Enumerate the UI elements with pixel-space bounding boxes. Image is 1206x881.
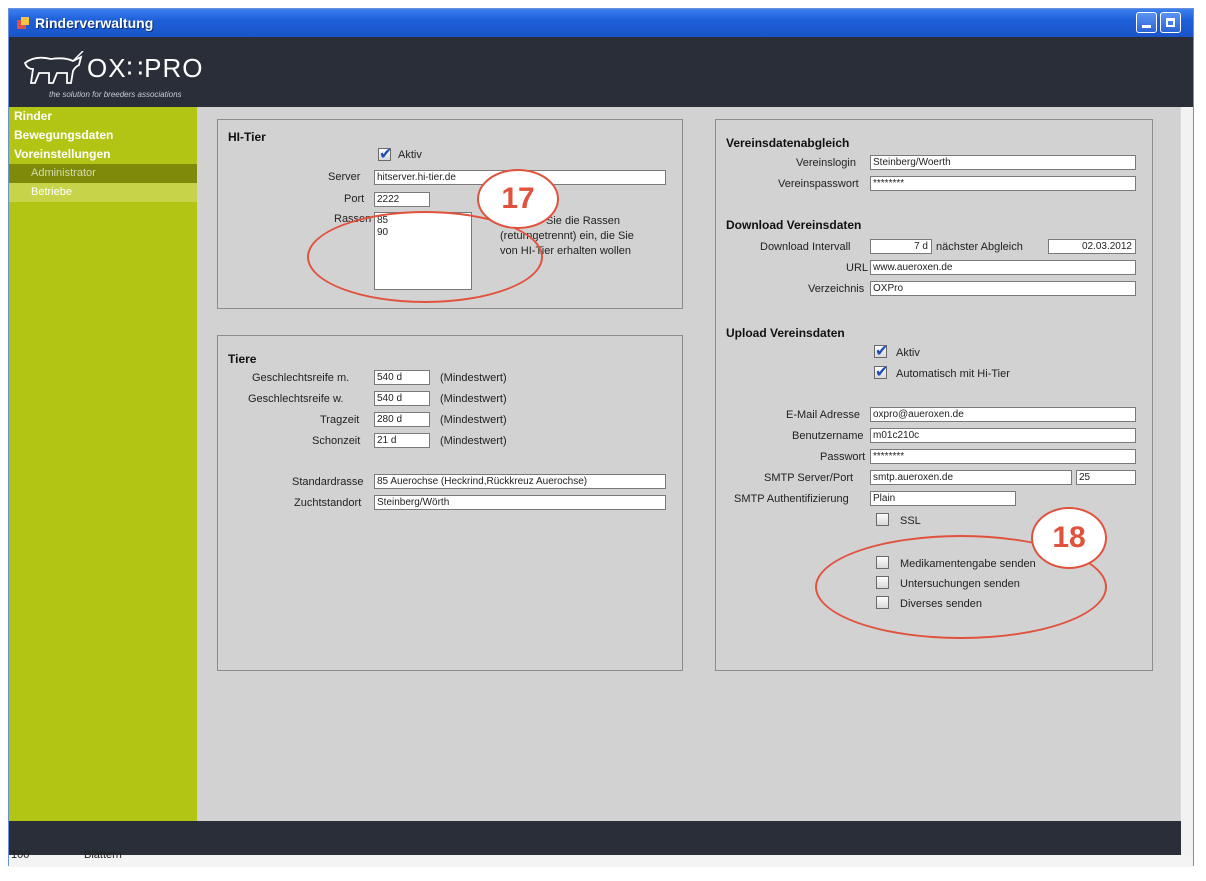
passwort-field[interactable]: ******** [870,449,1136,464]
tiere-row-label: Schonzeit [312,435,361,447]
ox-icon [23,51,84,84]
brand-name: OX∷PRO [87,53,204,83]
app-icon [17,17,29,29]
tragzeit-field[interactable]: 280 d [374,412,430,427]
standardrasse-select[interactable]: 85 Auerochse (Heckrind,Rückkreuz Aueroch… [374,474,666,489]
port-label: Port [344,193,365,205]
sidebar-item-administrator[interactable]: Administrator [9,164,197,183]
passwort-label: Passwort [820,451,866,463]
sidebar-item-voreinstellungen[interactable]: Voreinstellungen [9,145,197,164]
upload-aktiv-label: Aktiv [896,347,920,359]
rassen-hint-line1: Sie die Rassen [546,215,620,227]
vereinspasswort-label: Vereinspasswort [778,178,859,190]
tiere-row-label: Geschlechtsreife m. [252,372,350,384]
tiere-row-note: (Mindestwert) [440,435,507,447]
app-header: OX∷PRO the solution for breeders associa… [9,37,1193,107]
maximize-icon [1166,18,1175,27]
tiere-row-label: Tragzeit [320,414,360,426]
app-footer [9,821,1181,855]
auto-hitier-checkbox[interactable] [874,362,888,382]
brand-tagline: the solution for breeders associations [49,90,182,99]
verzeichnis-field[interactable]: OXPro [870,281,1136,296]
tiere-row-note: (Mindestwert) [440,393,507,405]
sidebar-item-betriebe[interactable]: Betriebe [9,183,197,202]
navigation-mode-select[interactable]: Blättern [84,849,122,861]
vereinslogin-label: Vereinslogin [796,157,856,169]
tiere-panel: Tiere Geschlechtsreife m. 540 d (Mindest… [217,335,683,671]
email-label: E-Mail Adresse [786,409,860,421]
tiere-title: Tiere [228,352,257,366]
download-intervall-label: Download Intervall [760,241,851,253]
upload-aktiv-checkbox[interactable] [874,341,888,361]
url-label: URL [846,262,869,274]
geschlechtsreife-w-field[interactable]: 540 d [374,391,430,406]
oxpro-logo: OX∷PRO the solution for breeders associa… [21,47,221,102]
naechster-abgleich-field: 02.03.2012 [1048,239,1136,254]
benutzername-field[interactable]: m01c210c [870,428,1136,443]
upload-title: Upload Vereinsdaten [726,326,845,340]
smtp-server-field[interactable]: smtp.aueroxen.de [870,470,1072,485]
maximize-button[interactable] [1160,12,1181,33]
window-title: Rinderverwaltung [35,15,154,31]
vereinslogin-field[interactable]: Steinberg/Woerth [870,155,1136,170]
smtp-port-field[interactable]: 25 [1076,470,1136,485]
download-title: Download Vereinsdaten [726,218,862,232]
smtp-server-label: SMTP Server/Port [764,472,854,484]
vereinsdatenabgleich-title: Vereinsdatenabgleich [726,136,850,150]
tiere-row-note: (Mindestwert) [440,414,507,426]
naechster-abgleich-label: nächster Abgleich [936,241,1023,253]
tiere-row-note: (Mindestwert) [440,372,507,384]
sidebar-item-rinder[interactable]: Rinder [9,107,197,126]
zuchtstandort-label: Zuchtstandort [294,497,362,509]
port-field[interactable]: 2222 [374,192,430,207]
url-field[interactable]: www.aueroxen.de [870,260,1136,275]
zoom-level[interactable]: 100 [11,849,29,861]
vereinspasswort-field[interactable]: ******** [870,176,1136,191]
benutzername-label: Benutzername [792,430,864,442]
download-intervall-field[interactable]: 7 d [870,239,932,254]
main-content: HI-Tier Aktiv Server hitserver.hi-tier.d… [197,107,1181,821]
title-bar[interactable]: Rinderverwaltung [9,9,1193,37]
ssl-label: SSL [900,515,921,527]
verzeichnis-label: Verzeichnis [808,283,865,295]
annotation-callout-18: 18 [1031,507,1107,569]
minimize-button[interactable] [1136,12,1157,33]
email-field[interactable]: oxpro@aueroxen.de [870,407,1136,422]
sidebar: Rinder Bewegungsdaten Voreinstellungen A… [9,107,197,821]
ssl-checkbox[interactable] [876,513,889,526]
annotation-callout-17: 17 [477,169,559,229]
smtp-auth-select[interactable]: Plain [870,491,1016,506]
status-bar: 100 Blättern [9,849,1193,867]
hitier-aktiv-checkbox[interactable] [378,144,392,164]
standardrasse-label: Standardrasse [292,476,364,488]
app-window: Rinderverwaltung OX∷PRO the solution for… [8,8,1194,867]
sidebar-item-bewegungsdaten[interactable]: Bewegungsdaten [9,126,197,145]
smtp-auth-label: SMTP Authentifizierung [734,493,849,505]
zuchtstandort-field[interactable]: Steinberg/Wörth [374,495,666,510]
server-label: Server [328,171,361,183]
hitier-title: HI-Tier [228,130,266,144]
schonzeit-field[interactable]: 21 d [374,433,430,448]
tiere-row-label: Geschlechtsreife w. [248,393,344,405]
hitier-aktiv-label: Aktiv [398,149,422,161]
auto-hitier-label: Automatisch mit Hi-Tier [896,368,1010,380]
vertical-scrollbar[interactable] [1180,107,1193,867]
geschlechtsreife-m-field[interactable]: 540 d [374,370,430,385]
minimize-icon [1142,25,1151,28]
